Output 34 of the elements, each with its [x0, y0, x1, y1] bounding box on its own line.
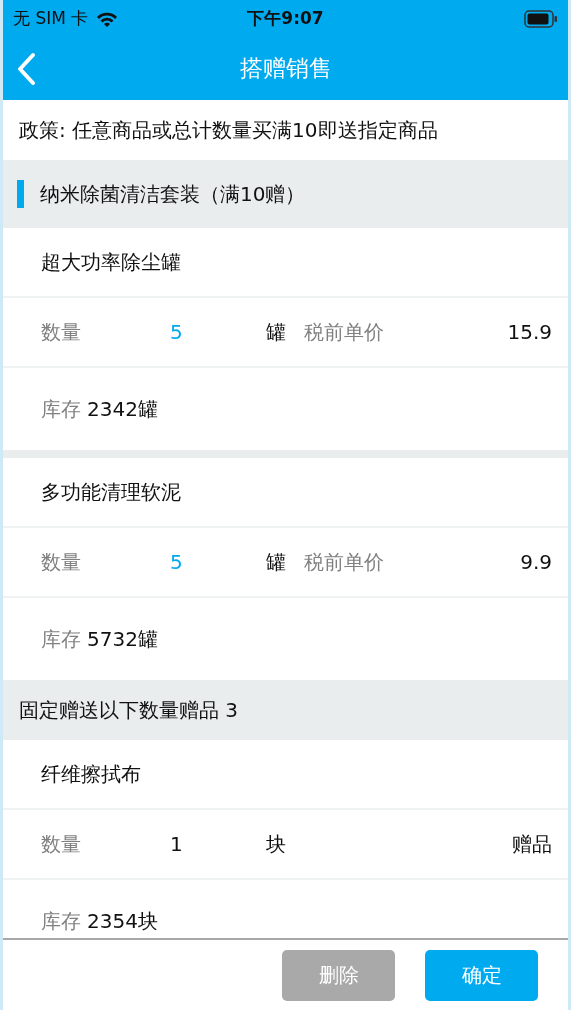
stock-label: 库存 — [41, 907, 81, 935]
section-title: 固定赠送以下数量赠品 3 — [19, 696, 239, 724]
product-name: 纤维擦拭布 — [41, 760, 141, 788]
confirm-button[interactable]: 确定 — [425, 949, 538, 1001]
quantity-field[interactable]: 5 — [170, 320, 266, 344]
unit-label: 罐 — [266, 318, 287, 346]
quantity-field: 1 — [170, 832, 266, 856]
wifi-icon — [96, 10, 119, 27]
stock-value: 2354块 — [87, 907, 158, 935]
quantity-label: 数量 — [41, 548, 82, 576]
quantity-label: 数量 — [41, 830, 82, 858]
section-title: 纳米除菌清洁套装（满10赠） — [40, 180, 306, 208]
page-title: 搭赠销售 — [239, 54, 332, 83]
stock-value: 5732罐 — [87, 625, 158, 653]
price-value: 15.9 — [507, 320, 552, 344]
stock-label: 库存 — [41, 395, 81, 423]
price-label: 税前单价 — [304, 548, 385, 576]
price-value: 9.9 — [520, 550, 552, 574]
battery-icon — [524, 9, 558, 28]
price-label: 税前单价 — [304, 318, 385, 346]
product-name: 超大功率除尘罐 — [41, 248, 181, 276]
unit-label: 罐 — [266, 548, 287, 576]
quantity-label: 数量 — [41, 318, 82, 346]
clock-time: 下午9:07 — [247, 8, 324, 28]
product-name: 多功能清理软泥 — [41, 478, 181, 506]
stock-label: 库存 — [41, 625, 81, 653]
quantity-field[interactable]: 5 — [170, 550, 266, 574]
carrier-label: 无 SIM 卡 — [13, 7, 89, 30]
section-marker — [17, 180, 24, 208]
policy-text: 政策: 任意商品或总计数量买满10即送指定商品 — [19, 116, 438, 144]
unit-label: 块 — [266, 830, 287, 858]
gift-tag: 赠品 — [512, 830, 552, 858]
stock-value: 2342罐 — [87, 395, 158, 423]
back-icon[interactable] — [15, 51, 37, 86]
